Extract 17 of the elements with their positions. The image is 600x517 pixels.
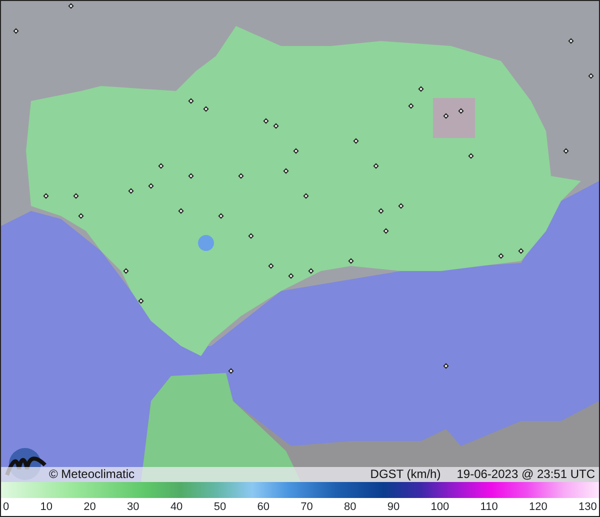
timestamp-text: 19-06-2023 @ 23:51 UTC — [456, 467, 595, 482]
scale-tick-label: 10 — [40, 500, 53, 515]
credit-text: © Meteoclimatic — [49, 467, 135, 482]
scale-tick-label: 20 — [84, 500, 96, 515]
scale-tick-label: 110 — [480, 500, 498, 515]
scale-tick-label: 30 — [127, 500, 140, 515]
scale-tick-label: 60 — [257, 500, 270, 515]
scale-tick-label: 130 — [578, 500, 597, 515]
variable-label: DGST (km/h) — [370, 467, 441, 482]
scale-tick-label: 70 — [300, 500, 313, 515]
scale-tick-label: 100 — [430, 500, 450, 515]
scale-tick-label: 40 — [170, 500, 183, 515]
scale-tick-label: 0 — [3, 500, 10, 515]
scale-tick-label: 50 — [214, 500, 226, 515]
scale-tick-label: 120 — [528, 500, 548, 515]
scale-tick-label: 90 — [387, 500, 400, 515]
scale-tick-label: 80 — [344, 500, 356, 515]
